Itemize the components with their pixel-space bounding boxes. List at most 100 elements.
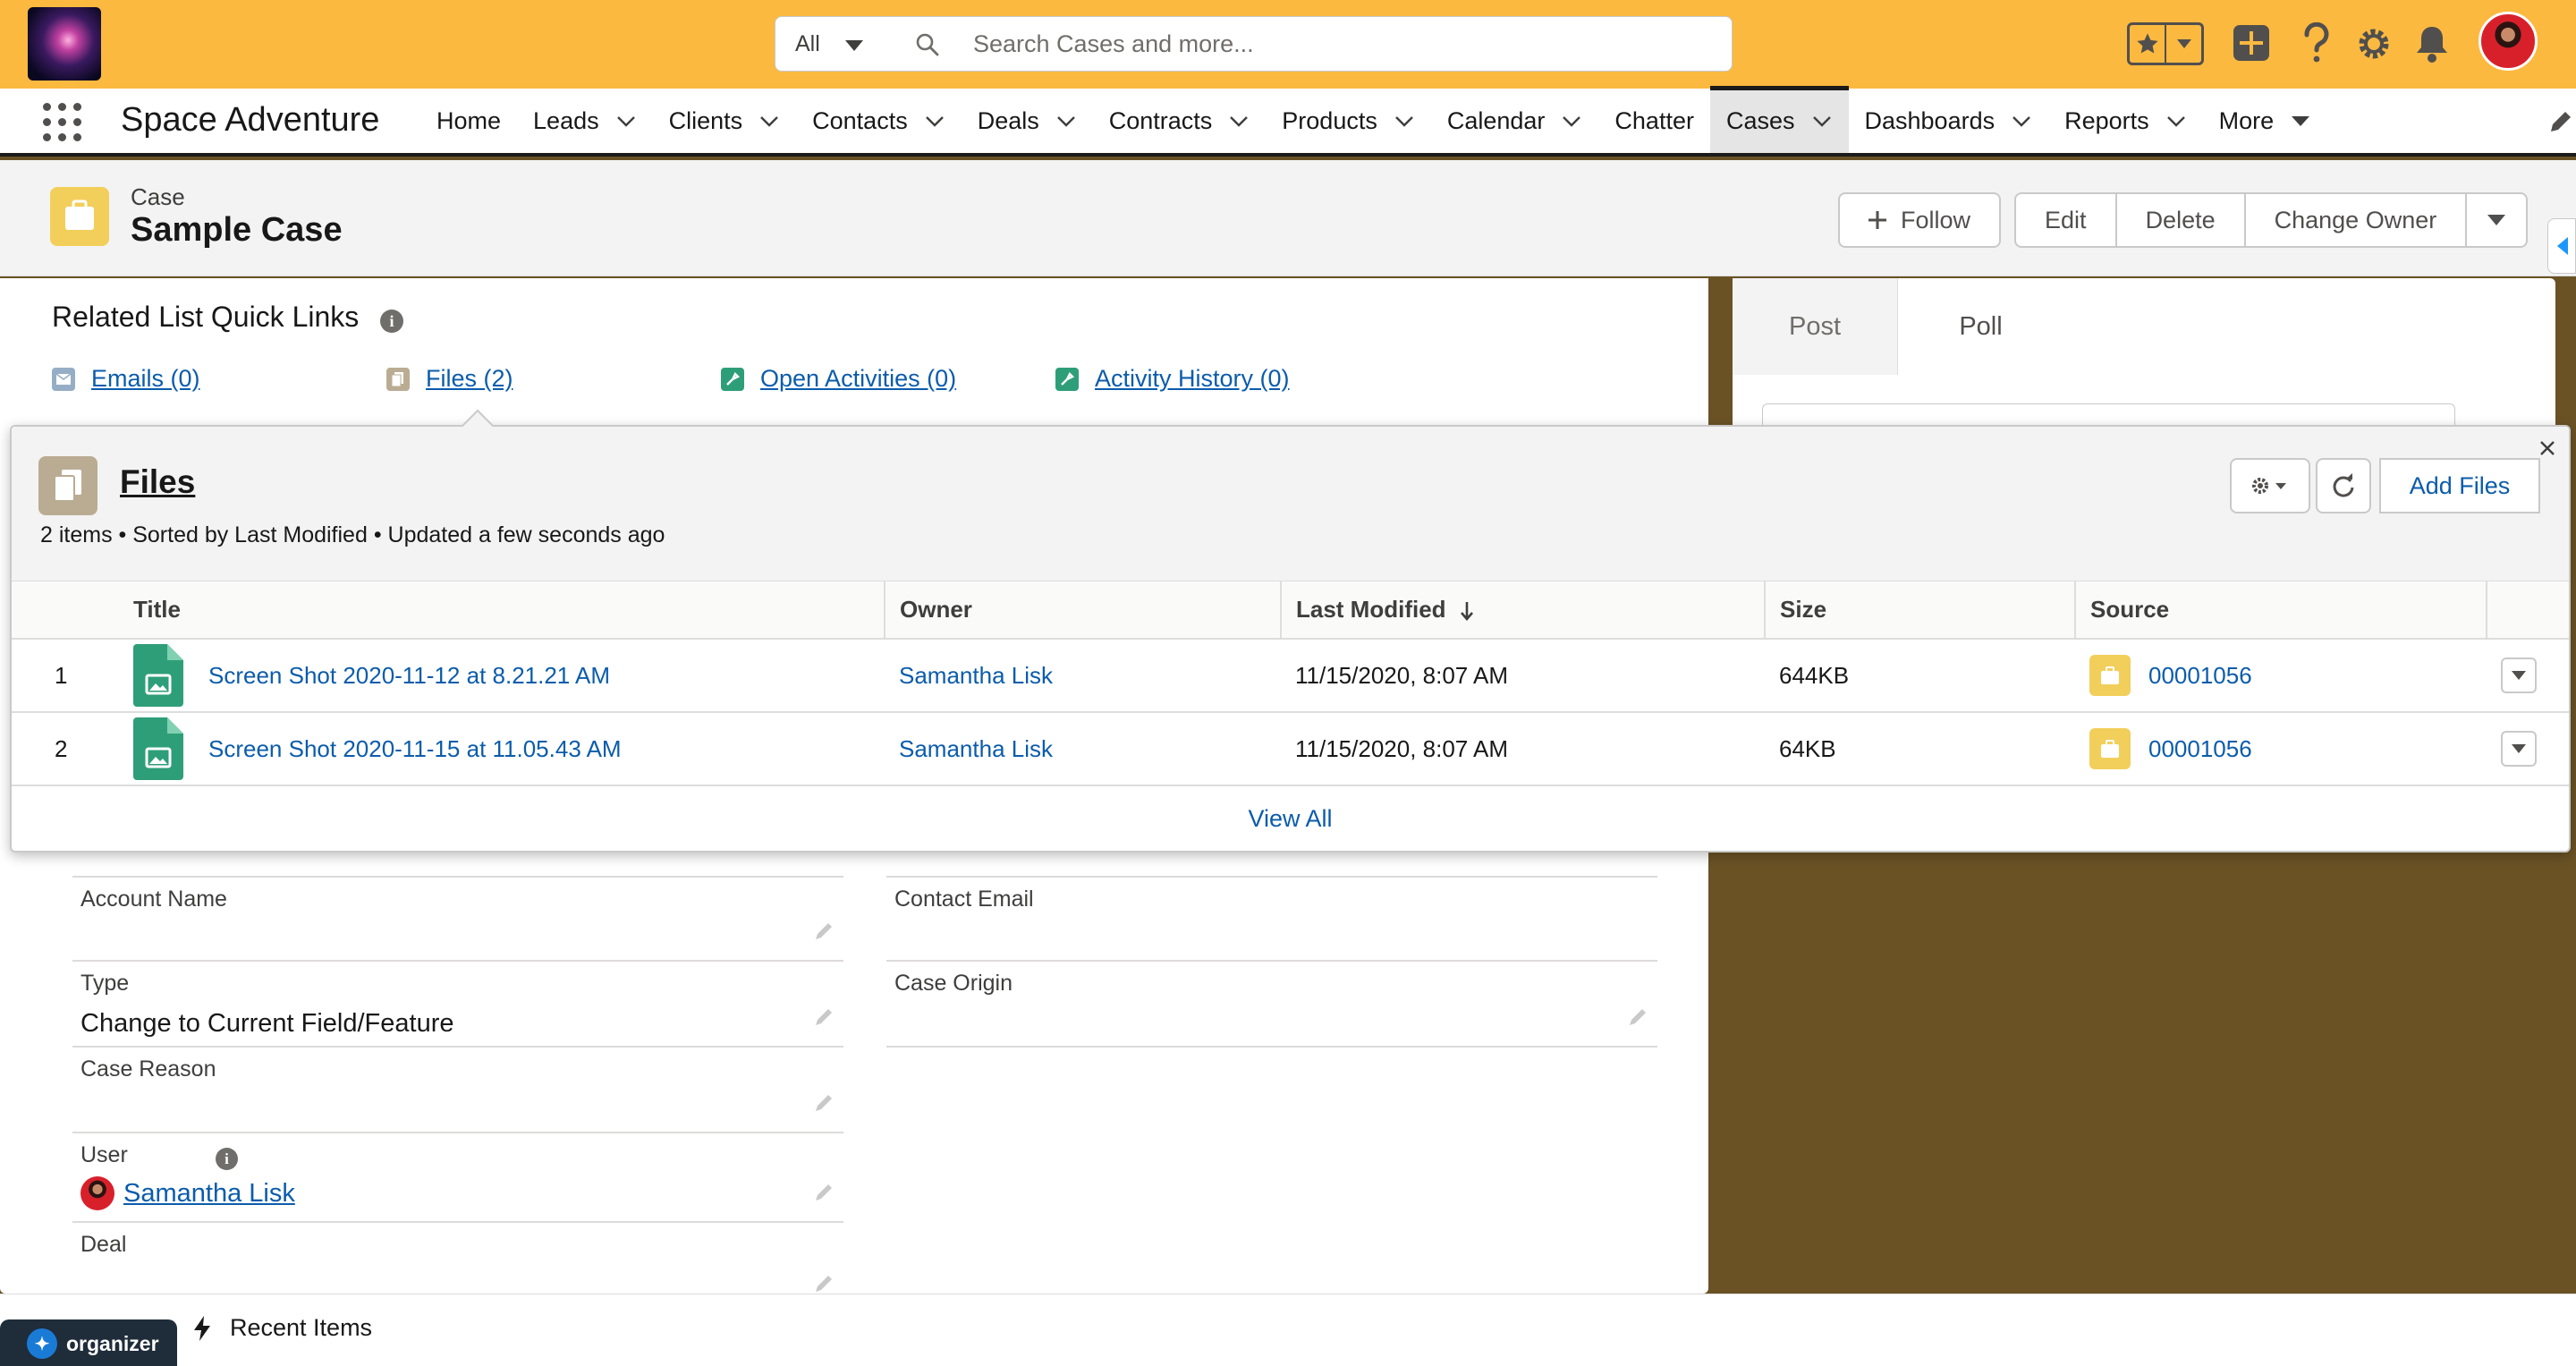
source-link[interactable]: 00001056 [2148, 735, 2252, 763]
pencil-icon[interactable] [813, 1273, 835, 1294]
add-files-button[interactable]: Add Files [2379, 458, 2540, 513]
chevron-down-icon[interactable] [1228, 114, 1250, 128]
owner-link[interactable]: Samantha Lisk [899, 662, 1053, 689]
refresh-icon [2333, 473, 2354, 497]
favorites-button-group[interactable] [2127, 22, 2204, 65]
column-header-source[interactable]: Source [2074, 581, 2487, 640]
nav-tab-reports[interactable]: Reports [2048, 89, 2203, 153]
close-icon[interactable] [2537, 437, 2558, 459]
nav-tab-leads[interactable]: Leads [517, 89, 653, 153]
search-input[interactable] [973, 17, 1707, 71]
chevron-down-icon[interactable] [615, 114, 637, 128]
column-header-last-modified[interactable]: Last Modified [1280, 581, 1765, 640]
edit-nav-icon[interactable] [2547, 108, 2574, 135]
table-row: 2 Screen Shot 2020-11-15 at 11.05.43 AM … [12, 712, 2569, 786]
chevron-down-icon[interactable] [2290, 114, 2311, 128]
chevron-down-icon[interactable] [1561, 114, 1582, 128]
nav-tab-products[interactable]: Products [1266, 89, 1431, 153]
row-actions-button[interactable] [2501, 731, 2537, 767]
quick-link-files[interactable]: Files (2) [386, 365, 513, 393]
change-owner-button[interactable]: Change Owner [2243, 192, 2468, 248]
quick-link-open-activities[interactable]: Open Activities (0) [721, 365, 956, 393]
more-actions-button[interactable] [2465, 192, 2529, 248]
record-actions: Follow Edit Delete Change Owner [1838, 192, 2529, 248]
file-title-link[interactable]: Screen Shot 2020-11-15 at 11.05.43 AM [208, 735, 622, 763]
table-header-row: Title Owner Last Modified Size Source [12, 581, 2569, 640]
follow-button[interactable]: Follow [1838, 192, 2002, 248]
feed-publisher: Post Poll [1733, 278, 2555, 439]
tab-poll[interactable]: Poll [1898, 278, 2063, 375]
tab-post[interactable]: Post [1733, 278, 1898, 375]
chevron-down-icon[interactable] [924, 114, 945, 128]
nav-tab-contacts[interactable]: Contacts [796, 89, 962, 153]
chevron-down-icon [845, 40, 863, 51]
column-header-owner[interactable]: Owner [884, 581, 1281, 640]
chevron-down-icon[interactable] [1811, 114, 1833, 128]
search-scope-dropdown[interactable]: All [775, 16, 882, 72]
favorites-menu-icon[interactable] [2165, 25, 2201, 63]
plus-icon [1868, 211, 1886, 229]
record-header: Case Sample Case Follow Edit Delete Chan… [0, 160, 2576, 276]
global-search[interactable] [881, 16, 1733, 72]
nav-tab-contracts[interactable]: Contracts [1093, 89, 1267, 153]
sort-descending-icon [1460, 602, 1473, 622]
recent-items-utility[interactable]: Recent Items [192, 1314, 372, 1342]
chevron-down-icon[interactable] [2165, 114, 2187, 128]
nav-tab-clients[interactable]: Clients [653, 89, 797, 153]
nav-tab-calendar[interactable]: Calendar [1431, 89, 1599, 153]
utility-panel-toggle[interactable] [2547, 218, 2576, 274]
view-all-link[interactable]: View All [12, 786, 2569, 851]
app-launcher-icon[interactable] [43, 103, 82, 142]
row-actions-button[interactable] [2501, 658, 2537, 693]
user-avatar[interactable] [2479, 12, 2538, 71]
org-logo[interactable] [28, 7, 101, 81]
star-icon[interactable] [2130, 25, 2165, 63]
owner-link[interactable]: Samantha Lisk [899, 735, 1053, 762]
notifications-bell-icon[interactable] [2414, 24, 2450, 64]
global-actions-icon[interactable] [2231, 22, 2272, 64]
last-modified-cell: 11/15/2020, 8:07 AM [1281, 639, 1765, 713]
field-contact-email: Contact Email [886, 876, 1657, 962]
file-title-link[interactable]: Screen Shot 2020-11-12 at 8.21.21 AM [208, 662, 610, 690]
info-icon[interactable]: i [216, 1148, 238, 1170]
edit-button[interactable]: Edit [2014, 192, 2117, 248]
nav-tab-more[interactable]: More [2203, 89, 2328, 153]
help-icon[interactable] [2301, 22, 2332, 64]
case-icon [2089, 655, 2131, 696]
pencil-icon[interactable] [813, 1182, 835, 1203]
pencil-icon[interactable] [1627, 1006, 1648, 1028]
nav-tab-label: Contracts [1108, 106, 1213, 134]
chevron-down-icon[interactable] [2011, 114, 2032, 128]
organizer-extension-button[interactable]: ✦ organizer [0, 1319, 177, 1366]
refresh-button[interactable] [2316, 458, 2371, 513]
info-icon[interactable]: i [380, 310, 403, 333]
field-value: Samantha Lisk [80, 1176, 295, 1210]
nav-tab-dashboards[interactable]: Dashboards [1849, 89, 2049, 153]
user-link[interactable]: Samantha Lisk [123, 1179, 295, 1209]
search-icon [916, 33, 939, 56]
delete-button[interactable]: Delete [2114, 192, 2246, 248]
nav-tab-chatter[interactable]: Chatter [1598, 89, 1710, 153]
nav-tab-deals[interactable]: Deals [962, 89, 1093, 153]
column-header-size[interactable]: Size [1764, 581, 2075, 640]
file-title-cell: Screen Shot 2020-11-15 at 11.05.43 AM [119, 712, 885, 786]
field-label: Case Reason [80, 1056, 216, 1082]
list-settings-button[interactable] [2230, 458, 2310, 513]
nav-tab-home[interactable]: Home [420, 89, 517, 153]
pencil-icon[interactable] [813, 1006, 835, 1028]
recent-items-label: Recent Items [230, 1314, 373, 1341]
gear-icon[interactable] [2356, 26, 2392, 62]
nav-tab-cases[interactable]: Cases [1709, 86, 1849, 153]
chevron-down-icon[interactable] [1055, 114, 1077, 128]
files-panel-title[interactable]: Files [120, 463, 195, 501]
quick-link-activity-history[interactable]: Activity History (0) [1055, 365, 1290, 393]
pencil-icon[interactable] [813, 921, 835, 942]
gear-icon [2252, 478, 2286, 494]
chevron-down-icon[interactable] [1394, 114, 1415, 128]
source-link[interactable]: 00001056 [2148, 662, 2252, 690]
pencil-icon[interactable] [813, 1092, 835, 1114]
files-panel-subtitle: 2 items • Sorted by Last Modified • Upda… [40, 522, 665, 547]
quick-link-emails[interactable]: Emails (0) [52, 365, 200, 393]
column-header-title[interactable]: Title [119, 581, 885, 640]
chevron-down-icon[interactable] [758, 114, 780, 128]
